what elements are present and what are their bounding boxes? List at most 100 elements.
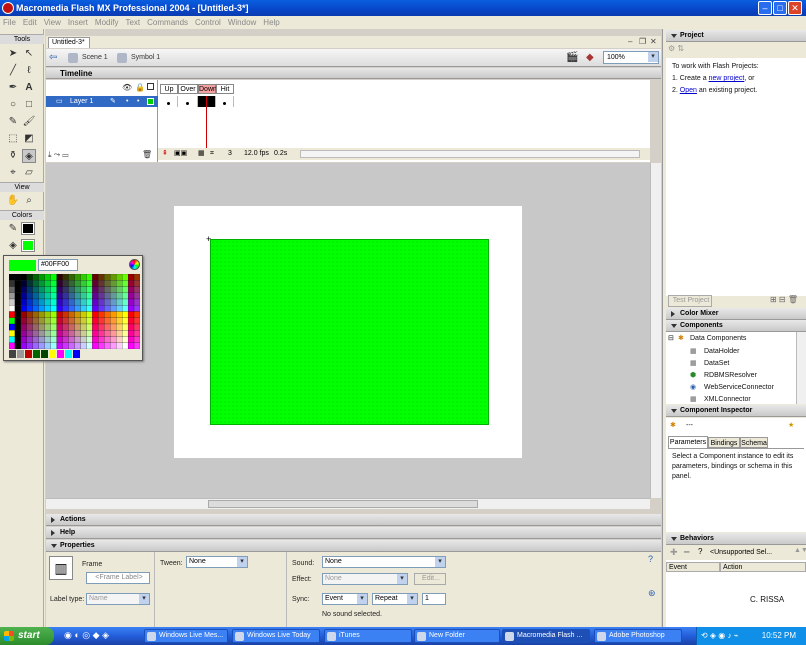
accessibility-icon[interactable]: ⊛ [648,588,656,599]
delete-layer-icon[interactable]: 🗑 [142,150,152,159]
zoom-tool-icon[interactable]: ⌕ [22,194,36,208]
keyframe-over[interactable] [178,96,198,107]
layer-row[interactable]: Layer 1 ▭ ✎ • • [46,96,158,107]
line-tool-icon[interactable]: ╱ [6,64,20,78]
start-button[interactable]: start [0,627,54,645]
inspector-header[interactable]: Component Inspector [666,405,806,417]
behavior-help-icon[interactable]: ? [698,547,702,556]
pencil-tool-icon[interactable]: ✎ [6,115,20,129]
action-column-header[interactable]: Action [720,562,806,572]
task-windows-live-messenger[interactable]: Windows Live Mes... [144,629,228,643]
menu-commands[interactable]: Commands [147,18,188,27]
add-behavior-icon[interactable]: ✚ [670,547,678,558]
edit-button[interactable]: Edit... [414,573,446,585]
modify-onion-markers-icon[interactable]: ⌗ [210,148,214,160]
components-header[interactable]: Components [666,320,806,332]
edit-scene-icon[interactable]: 🎬 [566,52,580,64]
behaviors-header[interactable]: Behaviors [666,533,806,545]
menu-text[interactable]: Text [125,18,140,27]
project-file-icons[interactable]: ⊞ ⊟ 🗑 [770,295,798,304]
swatch-grid[interactable] [9,274,140,349]
menu-modify[interactable]: Modify [95,18,119,27]
window-title-bar[interactable]: Macromedia Flash MX Professional 2004 - … [0,0,806,16]
repeat-dropdown[interactable]: Repeat [372,593,418,605]
behaviors-target-dropdown[interactable]: <Unsupported Sel... [710,547,772,559]
menu-window[interactable]: Window [228,18,256,27]
timeline-header[interactable]: Timeline [46,68,661,79]
repeat-count-input[interactable]: 1 [422,593,446,605]
components-scrollbar[interactable] [796,332,806,404]
rectangle-tool-icon[interactable]: □ [22,98,36,112]
keyframe-hit[interactable] [216,96,234,107]
stage-v-scrollbar[interactable] [650,163,661,498]
eye-icon[interactable]: 👁 [122,83,132,92]
help-panel-header[interactable]: Help [46,527,661,539]
oval-tool-icon[interactable]: ○ [6,98,20,112]
keyframe-down[interactable] [198,96,216,107]
tree-expander-icon[interactable]: ⊟ [668,333,674,345]
properties-panel-header[interactable]: Properties [46,540,661,552]
stage-h-scroll-thumb[interactable] [208,500,478,508]
lasso-tool-icon[interactable]: ℓ [22,64,36,78]
project-toolbar-icons[interactable]: ⚙ ⇅ [668,44,684,53]
eraser-tool-icon[interactable]: ▱ [22,166,36,180]
component-item[interactable]: WebServiceConnector [704,382,774,394]
tab-parameters[interactable]: Parameters [668,436,708,448]
task-new-folder[interactable]: New Folder [414,629,500,643]
doc-minimize-icon[interactable]: – [628,37,632,46]
frame-label-down[interactable]: Down [198,84,217,94]
menu-control[interactable]: Control [195,18,221,27]
back-arrow-icon[interactable]: ⇦ [49,52,61,64]
insert-layer-icon[interactable]: ⤓ ⤳ ▭ [48,150,68,160]
hex-color-input[interactable]: #00FF00 [38,259,78,271]
brush-tool-icon[interactable]: 🖌 [22,115,36,129]
minimize-button[interactable]: – [758,1,772,15]
help-icon[interactable]: ? [648,554,653,564]
document-tab[interactable]: Untitled-3* [48,37,90,48]
task-adobe-photoshop[interactable]: Adobe Photoshop [594,629,682,643]
breadcrumb-scene[interactable]: Scene 1 [68,52,108,64]
subselect-tool-icon[interactable]: ↖ [22,47,36,61]
lock-icon[interactable]: 🔒 [135,83,145,92]
test-project-button[interactable]: Test Project [668,295,712,307]
ink-bottle-tool-icon[interactable]: ⚱ [6,149,20,163]
breadcrumb-symbol[interactable]: Symbol 1 [117,52,160,64]
eyedropper-tool-icon[interactable]: ⌖ [6,166,20,180]
event-column-header[interactable]: Event [666,562,720,572]
playhead[interactable] [206,96,207,150]
frame-label-up[interactable]: Up [160,84,178,94]
arrow-tool-icon[interactable]: ➤ [6,47,20,61]
task-windows-live-today[interactable]: Windows Live Today [232,629,320,643]
remove-behavior-icon[interactable]: ━ [684,547,689,558]
frame-label-hit[interactable]: Hit [216,84,234,94]
menu-edit[interactable]: Edit [23,18,37,27]
menu-view[interactable]: View [44,18,61,27]
component-item[interactable]: DataHolder [704,346,739,358]
keyframe-up[interactable] [160,96,178,107]
new-project-link[interactable]: new project [709,75,745,82]
stroke-color-swatch[interactable] [21,222,35,235]
behavior-move-icons[interactable]: ▲▼ [794,547,806,554]
actions-panel-header[interactable]: Actions [46,514,661,526]
tween-dropdown[interactable]: None [186,556,248,568]
close-button[interactable]: ✕ [788,1,802,15]
text-tool-icon[interactable]: A [22,81,36,95]
frame-label-input[interactable]: <Frame Label> [86,572,150,584]
effect-dropdown[interactable]: None [322,573,408,585]
frame-label-over[interactable]: Over [178,84,198,94]
color-mixer-header[interactable]: Color Mixer [666,308,806,320]
edit-multiple-frames-icon[interactable]: ▦ [198,148,205,160]
layer-visible-dot[interactable]: • [126,96,128,107]
green-rectangle-shape[interactable] [210,239,489,425]
doc-restore-icon[interactable]: ❐ [639,37,646,46]
fill-color-swatch[interactable] [21,239,35,252]
open-project-link[interactable]: Open [680,87,697,94]
pen-tool-icon[interactable]: ✒ [6,81,20,95]
layer-outline-swatch[interactable] [147,98,154,105]
sound-dropdown[interactable]: None [322,556,446,568]
layer-lock-dot[interactable]: • [137,96,139,107]
menu-help[interactable]: Help [263,18,279,27]
center-frame-icon[interactable]: ⇞ [162,148,168,160]
quick-launch-icons[interactable]: ◉ ◐ ◎ ◆ ◈ [64,630,109,641]
onion-skin-icon[interactable]: ▣▣ [174,148,187,160]
